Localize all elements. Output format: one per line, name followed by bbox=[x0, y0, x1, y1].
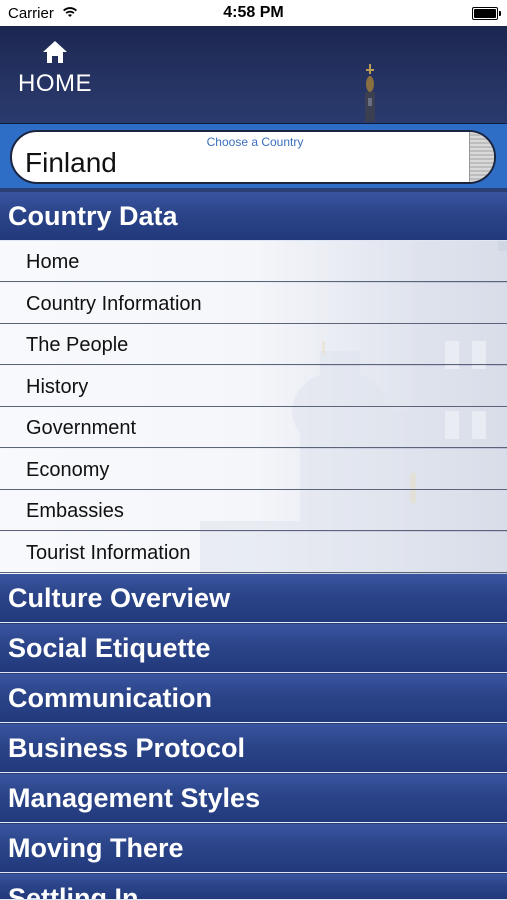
list-item-history[interactable]: History bbox=[0, 365, 507, 407]
clock: 4:58 PM bbox=[223, 4, 284, 21]
list-item-embassies[interactable]: Embassies bbox=[0, 490, 507, 531]
section-communication[interactable]: Communication bbox=[0, 674, 507, 723]
battery-icon bbox=[472, 7, 501, 20]
country-picker-bar: Choose a Country Finland bbox=[0, 123, 507, 188]
steeple-image bbox=[365, 64, 375, 122]
list-item-economy[interactable]: Economy bbox=[0, 448, 507, 490]
selected-country: Finland bbox=[25, 147, 117, 178]
list-item-government[interactable]: Government bbox=[0, 407, 507, 448]
section-social-etiquette[interactable]: Social Etiquette bbox=[0, 624, 507, 673]
list-item-label: Home bbox=[26, 251, 80, 273]
list-item-home[interactable]: Home bbox=[0, 241, 507, 282]
list-item-tourist-information[interactable]: Tourist Information bbox=[0, 531, 507, 573]
list-item-label: Tourist Information bbox=[26, 541, 191, 564]
list-item-label: Economy bbox=[26, 458, 110, 481]
country-picker[interactable]: Choose a Country Finland bbox=[10, 130, 496, 184]
section-title: Social Etiquette bbox=[8, 633, 211, 663]
list-item-label: The People bbox=[26, 334, 129, 356]
list-item-label: History bbox=[26, 375, 89, 398]
country-data-list: Home Country Information The People Hist… bbox=[0, 241, 507, 574]
list-item-label: Government bbox=[26, 417, 137, 439]
section-title: Communication bbox=[8, 683, 213, 713]
section-country-data[interactable]: Country Data bbox=[0, 192, 507, 241]
section-business-protocol[interactable]: Business Protocol bbox=[0, 724, 507, 773]
list-item-country-information[interactable]: Country Information bbox=[0, 282, 507, 324]
list-item-the-people[interactable]: The People bbox=[0, 324, 507, 365]
section-culture-overview[interactable]: Culture Overview bbox=[0, 574, 507, 623]
picker-scroll-handle[interactable] bbox=[469, 132, 494, 182]
section-moving-there[interactable]: Moving There bbox=[0, 824, 507, 873]
home-icon bbox=[43, 41, 67, 63]
list-item-label: Country Information bbox=[26, 292, 202, 315]
section-title: Moving There bbox=[8, 833, 184, 863]
list-item-label: Embassies bbox=[26, 500, 124, 522]
section-title: Culture Overview bbox=[8, 583, 231, 613]
section-title: Settling In bbox=[8, 883, 139, 900]
home-label: HOME bbox=[18, 70, 92, 97]
top-bar: HOME bbox=[0, 26, 507, 122]
section-title: Country Data bbox=[8, 201, 178, 231]
section-settling-in[interactable]: Settling In bbox=[0, 874, 507, 900]
section-management-styles[interactable]: Management Styles bbox=[0, 774, 507, 823]
home-button[interactable]: HOME bbox=[14, 40, 96, 110]
section-title: Business Protocol bbox=[8, 733, 246, 763]
section-title: Management Styles bbox=[8, 783, 261, 813]
status-bar: Carrier 4:58 PM bbox=[0, 0, 507, 26]
